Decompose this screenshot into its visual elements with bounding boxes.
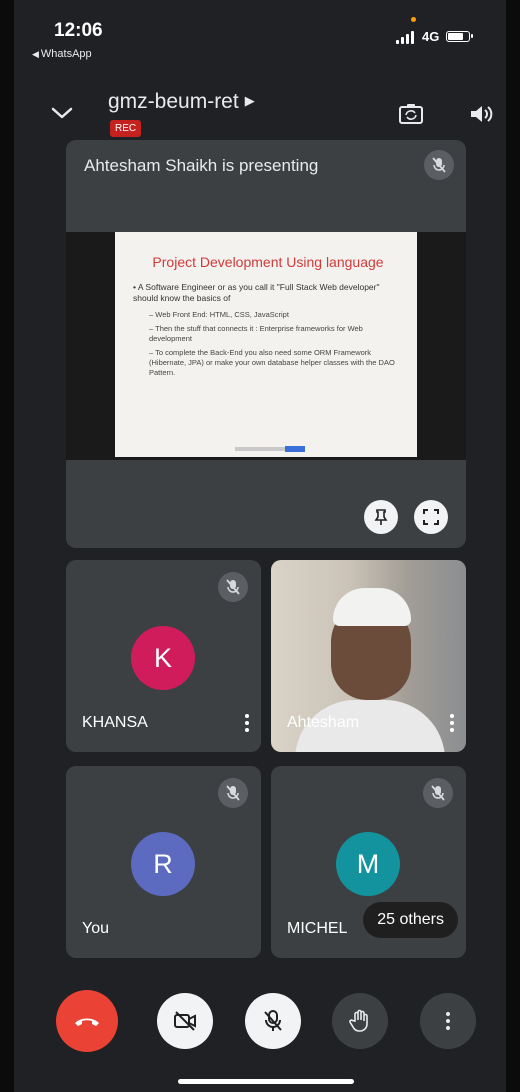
more-vert-icon[interactable] <box>245 714 249 732</box>
slide-title: Project Development Using language <box>152 254 384 270</box>
speaker-icon[interactable] <box>468 102 494 126</box>
muted-icon <box>218 572 248 602</box>
participant-tile-khansa[interactable]: K KHANSA <box>66 560 261 752</box>
participant-tile-michel[interactable]: M MICHEL 25 others <box>271 766 466 958</box>
presentation-slide: Project Development Using language • A S… <box>115 232 417 457</box>
back-to-app-link[interactable]: ◀ WhatsApp <box>32 48 92 60</box>
phone-hangup-icon <box>75 1018 99 1026</box>
battery-icon <box>446 31 473 42</box>
camera-off-icon <box>174 1011 196 1031</box>
participant-name: Ahtesham <box>287 714 360 731</box>
fullscreen-icon <box>423 509 439 525</box>
fullscreen-button[interactable] <box>414 500 448 534</box>
avatar: R <box>131 832 195 896</box>
back-app-label: WhatsApp <box>40 48 92 60</box>
avatar: K <box>131 626 195 690</box>
chevron-down-icon[interactable] <box>50 104 74 122</box>
pin-icon <box>374 509 388 525</box>
presenting-label: Ahtesham Shaikh is presenting <box>84 156 319 175</box>
participant-name: You <box>82 920 109 937</box>
participant-name: KHANSA <box>82 714 148 731</box>
shared-screen: Project Development Using language • A S… <box>66 232 466 460</box>
hang-up-button[interactable] <box>56 990 118 1052</box>
slide-bullet: • A Software Engineer or as you call it … <box>133 282 380 303</box>
camera-toggle-button[interactable] <box>157 993 213 1049</box>
back-triangle-icon: ◀ <box>32 49 39 59</box>
slide-footer <box>235 446 305 452</box>
recording-badge: REC <box>110 120 142 137</box>
mic-in-use-indicator-icon <box>411 17 416 22</box>
status-time: 12:06 <box>54 20 103 41</box>
mic-off-icon <box>264 1010 282 1031</box>
meet-screen: 12:06 ◀ WhatsApp 4G gmz-beum-ret ▶ REC Aht… <box>14 0 506 1092</box>
pin-button[interactable] <box>364 500 398 534</box>
raise-hand-button[interactable] <box>332 993 388 1049</box>
more-vert-icon <box>446 1012 450 1030</box>
meeting-title[interactable]: gmz-beum-ret ▶ <box>108 90 255 114</box>
muted-icon <box>218 778 248 808</box>
participant-tile-ahtesham[interactable]: Ahtesham <box>271 560 466 752</box>
mic-toggle-button[interactable] <box>245 993 301 1049</box>
slide-sub-item: – Web Front End: HTML, CSS, JavaScript <box>149 310 289 319</box>
others-count-button[interactable]: 25 others <box>363 902 458 938</box>
slide-sub-item: – Then the stuff that connects it : Ente… <box>149 324 363 343</box>
slide-sub-item: – To complete the Back-End you also need… <box>149 348 395 377</box>
hand-icon <box>349 1009 368 1032</box>
avatar: M <box>336 832 400 896</box>
home-indicator[interactable] <box>178 1079 354 1084</box>
status-bar: 12:06 ◀ WhatsApp 4G <box>14 0 506 70</box>
participant-tile-you[interactable]: R You <box>66 766 261 958</box>
signal-bars-icon <box>396 30 416 44</box>
more-vert-icon[interactable] <box>450 714 454 732</box>
more-options-button[interactable] <box>420 993 476 1049</box>
meeting-code: gmz-beum-ret <box>108 90 239 113</box>
switch-camera-icon[interactable] <box>398 102 424 126</box>
participant-name: MICHEL <box>287 920 348 937</box>
muted-icon <box>423 778 453 808</box>
network-type: 4G <box>422 29 440 44</box>
chevron-right-icon: ▶ <box>244 93 255 108</box>
presenter-muted-icon <box>424 150 454 180</box>
presentation-tile[interactable]: Ahtesham Shaikh is presenting Project De… <box>66 140 466 548</box>
